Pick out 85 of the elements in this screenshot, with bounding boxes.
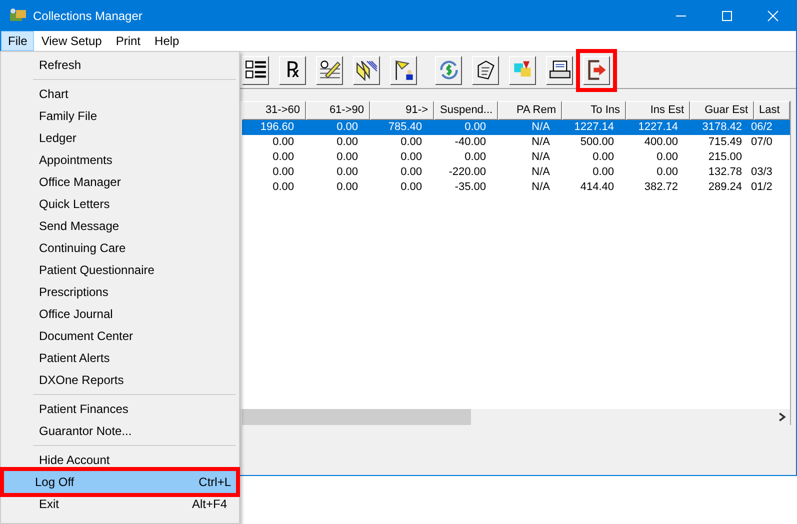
column-header[interactable]: Ins Est <box>626 101 690 120</box>
table-cell-text: 0.00 <box>336 135 359 150</box>
column-header[interactable]: Guar Est <box>690 101 754 120</box>
menu-item[interactable]: Chart <box>4 83 236 105</box>
table-cell-text: 0.00 <box>272 150 295 165</box>
table-cell-text: N/A <box>530 180 551 195</box>
table-cell-text: -40.00 <box>454 135 487 150</box>
table-cell-text: 0.00 <box>592 150 615 165</box>
menu-item[interactable]: DXOne Reports <box>4 369 236 391</box>
table-cell-text: 400.00 <box>643 135 679 150</box>
table-cell-text: 289.24 <box>707 180 743 195</box>
dollar-refresh-icon <box>438 59 460 81</box>
menu-item[interactable]: Prescriptions <box>4 281 236 303</box>
table-cell-text: 0.00 <box>336 165 359 180</box>
table-cell-text: 0.00 <box>336 150 359 165</box>
table-cell-text: 132.78 <box>707 165 743 180</box>
menu-item[interactable]: Office Journal <box>4 303 236 325</box>
table-cell-text: 06/2 <box>750 120 774 135</box>
table-cell-text: 0.00 <box>464 120 487 135</box>
table-cell-text: N/A <box>530 120 551 135</box>
window-title: Collections Manager <box>33 8 142 22</box>
table-cell-text: 196.60 <box>259 120 295 135</box>
menu-item[interactable]: Help <box>148 31 186 51</box>
table-cell-text: 0.00 <box>400 150 423 165</box>
flag-person-icon <box>392 59 414 81</box>
printer-icon <box>548 59 570 81</box>
table-cell-text: 0.00 <box>400 135 423 150</box>
column-header[interactable]: To Ins <box>562 101 626 120</box>
table-cell-text: 0.00 <box>272 165 295 180</box>
list-icon <box>244 59 266 81</box>
table-cell-text: -220.00 <box>448 165 487 180</box>
toolbar-button[interactable]: ℞ <box>279 56 306 84</box>
menu-item[interactable]: Patient Finances <box>4 398 236 420</box>
table-cell-text: 0.00 <box>272 180 295 195</box>
menu-item[interactable]: Quick Letters <box>4 193 236 215</box>
menu-item[interactable]: Office Manager <box>4 171 236 193</box>
table-cell-text: 414.40 <box>579 180 615 195</box>
table-cell-text: 03/3 <box>750 165 774 180</box>
table-cell-text: 0.00 <box>656 150 679 165</box>
table-cell-text: 1227.14 <box>637 120 679 135</box>
menu-item[interactable]: Guarantor Note... <box>4 420 236 442</box>
scrollbar-thumb[interactable] <box>242 409 471 425</box>
table-cell-text: 715.49 <box>707 135 743 150</box>
menu-item[interactable]: Patient Alerts <box>4 347 236 369</box>
column-header[interactable]: 91-> <box>370 101 434 120</box>
table-cell-text: 0.00 <box>336 180 359 195</box>
menu-item[interactable]: View Setup <box>34 31 109 51</box>
menu-item[interactable]: File <box>1 31 34 51</box>
table-cell-text: 500.00 <box>579 135 615 150</box>
table-cell-text: N/A <box>530 150 551 165</box>
menu-item[interactable]: Refresh <box>4 54 236 76</box>
menu-item[interactable]: Document Center <box>4 325 236 347</box>
table-cell-text: 382.72 <box>643 180 679 195</box>
table-cell-text: 0.00 <box>272 135 295 150</box>
table-cell-text: 0.00 <box>400 165 423 180</box>
menu-item[interactable]: Appointments <box>4 149 236 171</box>
table-cell-text: 215.00 <box>707 150 743 165</box>
menu-item[interactable]: Continuing Care <box>4 237 236 259</box>
pencil-icon <box>318 59 340 81</box>
app-icon <box>9 8 27 24</box>
column-header[interactable]: 61->90 <box>306 101 370 120</box>
table-cell-text: 785.40 <box>387 120 423 135</box>
column-header[interactable]: PA Rem <box>498 101 562 120</box>
table-cell-text: N/A <box>530 135 551 150</box>
menu-item[interactable]: Send Message <box>4 215 236 237</box>
menu-item[interactable]: Patient Questionnaire <box>4 259 236 281</box>
menu-item[interactable]: Log Off Ctrl+L <box>0 467 240 497</box>
table-cell-text: 0.00 <box>464 150 487 165</box>
toolbar-button[interactable] <box>576 48 617 92</box>
column-header[interactable]: 31->60 <box>242 101 306 120</box>
folders-icon <box>356 59 378 81</box>
table-cell-text: 0.00 <box>336 120 359 135</box>
table-cell-text: 0.00 <box>592 165 615 180</box>
column-header[interactable]: Suspend... <box>434 101 498 120</box>
menu-item[interactable]: Print <box>108 31 148 51</box>
column-header[interactable]: Last <box>754 101 790 120</box>
table-cell-text: -35.00 <box>454 180 487 195</box>
table-cell-text: 0.00 <box>656 165 679 180</box>
table-cell-text: 07/0 <box>750 135 774 150</box>
exit-door-icon <box>586 59 608 81</box>
table-cell-text: 0.00 <box>400 180 423 195</box>
table-cell-text: 3178.42 <box>701 120 743 135</box>
table-cell-text: 01/2 <box>750 180 774 195</box>
table-cell-text: 1227.14 <box>573 120 615 135</box>
table-cell-text: N/A <box>530 165 551 180</box>
